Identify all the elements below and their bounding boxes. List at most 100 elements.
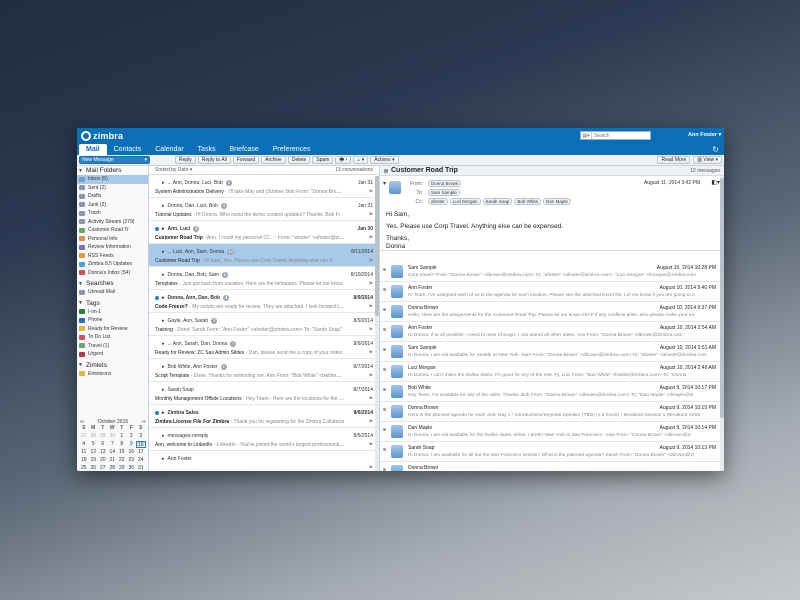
tag-item[interactable]: I-on-1 [77,308,148,317]
message-row[interactable]: Luci Morgan August 10, 2014 2:49 AM Hi Do… [380,362,724,382]
folder-item[interactable]: Junk (2) [77,201,148,210]
folder-item[interactable]: Sent (2) [77,184,148,193]
expand-arrow-icon[interactable]: ▸ [162,295,165,301]
calendar-day[interactable]: 30 [127,465,137,471]
view-button[interactable]: ▥ View ▾ [693,156,722,164]
calendar-day[interactable]: 14 [108,449,118,456]
next-month-icon[interactable]: ›» [142,419,146,425]
cc-pill[interactable]: Dan Maple [543,198,571,205]
message-row[interactable]: Sam Sample August 10, 2014 10:28 PM Corp … [380,262,724,282]
calendar-day[interactable]: 1 [117,433,127,440]
zimlet-item[interactable]: Emoticons [77,370,148,379]
expand-arrow-icon[interactable]: ▸ [162,180,165,186]
searches-header[interactable]: ▼ Searches [77,279,148,288]
expand-arrow-icon[interactable]: ▸ [162,318,165,324]
folder-item[interactable]: Zimbra 8.5 Updates [77,260,148,269]
tags-header[interactable]: ▼ Tags [77,299,148,308]
from-pill[interactable]: Donna Brown [428,180,462,187]
print-button[interactable]: 🖶 ▾ [335,156,352,164]
search-box[interactable]: ▤▾ [580,131,651,140]
calendar-day[interactable]: 28 [108,465,118,471]
calendar-day[interactable]: 10 [136,441,146,448]
tab-contacts[interactable]: Contacts [107,144,149,155]
message-row[interactable]: Dan Maple August 9, 2014 10:14 PM Hi Donn… [380,422,724,442]
cc-pill[interactable]: Bob White [514,198,542,205]
tab-tasks[interactable]: Tasks [191,144,223,155]
flag-icon[interactable]: ⚑ [369,350,373,356]
flag-icon[interactable]: ⚑ [369,304,373,310]
refresh-icon[interactable]: ↻ [712,145,719,154]
calendar-day[interactable]: 30 [108,433,118,440]
calendar-day[interactable]: 12 [89,449,99,456]
collapse-dot-icon[interactable] [384,168,388,173]
conversation-row[interactable]: ▸ Donna, Dan, Bob, Sam 5 8/10/2014 Templat… [149,267,379,290]
list-scrollbar[interactable] [375,176,379,471]
expand-arrow-icon[interactable]: ▸ [162,410,165,416]
cc-pill[interactable]: Sarah Soap [482,198,513,205]
folder-item[interactable]: Review Information [77,243,148,252]
read-more-button[interactable]: Read More [657,156,691,164]
calendar-day[interactable]: 31 [136,465,146,471]
conversation-row[interactable]: ▸ Ann, Luci 2 Jan 30 Customer Road Trip - … [149,221,379,244]
reply-all-button[interactable]: Reply to All [197,156,231,164]
message-row[interactable]: Donna Brown [380,462,724,471]
tag-item[interactable]: Travel (1) [77,342,148,351]
flag-icon[interactable]: ⚑ [369,442,373,448]
flag-icon[interactable]: ⚑ [369,465,373,471]
reading-scrollbar[interactable] [720,176,724,471]
conversation-row[interactable]: ▸ Bob White, Ann Foster 2 8/7/2014 Script … [149,359,379,382]
expand-arrow-icon[interactable]: ▸ [162,364,165,370]
conversation-row[interactable]: ▸ Sarah Soap 8/7/2014 Monthly Management … [149,382,379,405]
conversation-row[interactable]: ▸... Ann, Sarah, Dan, Donna 7 8/9/2014 Re… [149,336,379,359]
folder-item[interactable]: Trash [77,209,148,218]
calendar-day[interactable]: 25 [79,465,89,471]
expand-arrow-icon[interactable]: ▸ [162,387,165,393]
actions-button[interactable]: Actions ▾ [370,156,399,164]
expand-arrow-icon[interactable]: ▸ [162,249,165,255]
folder-item[interactable]: Personal Info [77,235,148,244]
tab-calendar[interactable]: Calendar [148,144,190,155]
flag-icon[interactable]: ⚑ [369,189,373,195]
folder-item[interactable]: Drafts [77,192,148,201]
sort-by[interactable]: Sorted by Date ▾ [155,167,192,173]
calendar-day[interactable]: 2 [127,433,137,440]
calendar-day[interactable]: 16 [127,449,137,456]
tag-button[interactable]: ⌂ ▾ [353,156,369,164]
calendar-day[interactable]: 7 [108,441,118,448]
calendar-day[interactable]: 9 [127,441,137,448]
zimbra-logo[interactable]: zimbra [81,130,123,142]
conversation-row[interactable]: ▸... Ann, Donna, Luci, Bob 5 Jan 31 Syste… [149,175,379,198]
calendar-day[interactable]: 18 [79,457,89,464]
calendar-day[interactable]: 21 [108,457,118,464]
archive-button[interactable]: Archive [261,156,286,164]
folder-item[interactable]: Donna's Inbox (54) [77,269,148,278]
mail-folders-header[interactable]: ▼ Mail Folders [77,166,148,175]
expand-arrow-icon[interactable]: ▸ [162,272,165,278]
folder-item[interactable]: Inbox (5) [77,175,148,184]
chevron-down-icon[interactable]: ▾ [144,157,147,164]
calendar-day[interactable]: 5 [89,441,99,448]
conversation-row[interactable]: ▸ Zimbra Sales 8/6/2014 Zimbra License Fi… [149,405,379,428]
conversation-row[interactable]: ▸ Donna, Dan, Luci, Bob 4 Jan 31 Tutorial … [149,198,379,221]
expand-arrow-icon[interactable]: ▸ [162,226,165,232]
calendar-day[interactable]: 11 [79,449,89,456]
message-row[interactable]: Ann Foster August 10, 2014 2:54 AM Hi Don… [380,322,724,342]
user-menu[interactable]: Ann Foster ▾ [688,132,721,138]
tab-mail[interactable]: Mail [79,144,107,155]
calendar-day[interactable]: 15 [117,449,127,456]
search-scope-icon[interactable]: ▤▾ [581,132,592,139]
flag-icon[interactable]: ⚑ [369,281,373,287]
calendar-day[interactable]: 27 [98,465,108,471]
cc-pill[interactable]: afoster [428,198,448,205]
conversation-row[interactable]: ▸ messages-noreply 8/5/2014 Ann, welcome … [149,428,379,451]
conversation-row[interactable]: ▸ Ann Foster ⚑ [149,451,379,471]
message-row[interactable]: Sarah Soap August 9, 2014 10:13 PM Hi Don… [380,442,724,462]
calendar-day[interactable]: 23 [127,457,137,464]
calendar-day[interactable]: 29 [117,465,127,471]
calendar-day[interactable]: 27 [79,433,89,440]
to-pill[interactable]: Sam Sample [428,189,460,196]
tag-item[interactable]: To Do List [77,333,148,342]
spam-button[interactable]: Spam [312,156,334,164]
calendar-day[interactable]: 4 [79,441,89,448]
calendar-day[interactable]: 17 [136,449,146,456]
